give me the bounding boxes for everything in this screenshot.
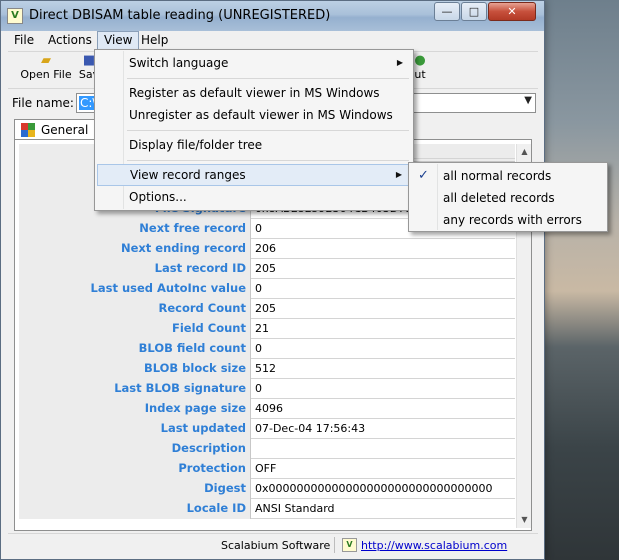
menu-view[interactable]: View <box>97 31 140 51</box>
submenu-arrow-icon: ▶ <box>395 170 402 179</box>
row-label: Field Count <box>19 319 251 339</box>
table-row[interactable]: Last used AutoInc value 0 <box>19 279 515 299</box>
table-row[interactable]: Last updated 07-Dec-04 17:56:43 <box>19 419 515 439</box>
menu-separator <box>127 78 409 79</box>
menu-item[interactable]: Register as default viewer in MS Windows <box>97 82 411 104</box>
table-row[interactable]: BLOB field count 0 <box>19 339 515 359</box>
row-label: Last BLOB signature <box>19 379 251 399</box>
row-value: ANSI Standard <box>255 502 335 515</box>
row-value: 512 <box>255 362 276 375</box>
row-label: Index page size <box>19 399 251 419</box>
row-label: Protection <box>19 459 251 479</box>
record-ranges-submenu: ✓ all normal records all deleted records an… <box>408 162 608 232</box>
menu-item[interactable]: Options... <box>97 186 411 208</box>
table-row[interactable]: Description <box>19 439 515 459</box>
menu-item-label: Display file/folder tree <box>129 138 263 152</box>
scroll-down-icon[interactable]: ▼ <box>517 512 531 528</box>
filename-label: File name: <box>12 96 74 110</box>
menu-separator <box>127 160 409 161</box>
scroll-up-icon[interactable]: ▲ <box>517 144 531 160</box>
menu-actions[interactable]: Actions <box>42 31 98 51</box>
row-value: 0 <box>255 342 262 355</box>
app-icon: V <box>7 8 23 24</box>
menu-item[interactable]: View record ranges ▶ <box>97 164 411 186</box>
row-label: Next free record <box>19 219 251 239</box>
submenu-arrow-icon: ▶ <box>396 58 403 67</box>
menu-item-label: Unregister as default viewer in MS Windo… <box>129 108 393 122</box>
menu-item-label: Switch language <box>129 56 229 70</box>
menu-file[interactable]: File <box>8 31 40 51</box>
table-row[interactable]: Protection OFF <box>19 459 515 479</box>
website-link[interactable]: http://www.scalabium.com <box>361 539 507 552</box>
status-bar: Scalabium Software V http://www.scalabiu… <box>8 533 538 555</box>
checkmark-icon: ✓ <box>418 168 429 183</box>
submenu-item-label: all deleted records <box>443 191 555 205</box>
row-value: 07-Dec-04 17:56:43 <box>255 422 366 435</box>
row-label: Record Count <box>19 299 251 319</box>
row-value: 205 <box>255 302 276 315</box>
table-row[interactable]: Locale ID ANSI Standard <box>19 499 515 519</box>
view-menu-dropdown: Switch language ▶ Register as default view… <box>94 49 414 211</box>
minimize-button[interactable]: — <box>434 2 460 21</box>
row-label: BLOB block size <box>19 359 251 379</box>
row-value: 0 <box>255 382 262 395</box>
submenu-item[interactable]: any records with errors <box>411 209 605 231</box>
table-row[interactable]: Field Count 21 <box>19 319 515 339</box>
folder-icon: ▰ <box>41 53 51 68</box>
submenu-item-label: any records with errors <box>443 213 582 227</box>
menu-bar: File Actions View Help <box>8 31 538 51</box>
table-row[interactable]: Last BLOB signature 0 <box>19 379 515 399</box>
row-label: Last updated <box>19 419 251 439</box>
row-value: 206 <box>255 242 276 255</box>
row-label: Last record ID <box>19 259 251 279</box>
open-file-label: Open File <box>20 68 72 81</box>
row-label: Last used AutoInc value <box>19 279 251 299</box>
company-name: Scalabium Software <box>221 539 331 552</box>
logo-icon: V <box>342 538 357 552</box>
row-label: Digest <box>19 479 251 499</box>
submenu-item[interactable]: all deleted records <box>411 187 605 209</box>
row-label: BLOB field count <box>19 339 251 359</box>
info-icon <box>21 123 35 137</box>
row-label: Description <box>19 439 251 459</box>
menu-item-label: View record ranges <box>130 168 246 182</box>
table-row[interactable]: Digest 0x00000000000000000000000000000000 <box>19 479 515 499</box>
close-button[interactable]: ✕ <box>488 2 536 21</box>
row-label: Next ending record <box>19 239 251 259</box>
window-title: Direct DBISAM table reading (UNREGISTERE… <box>29 8 331 23</box>
menu-item[interactable]: Switch language ▶ <box>97 52 411 74</box>
menu-item-label: Options... <box>129 190 187 204</box>
menu-help[interactable]: Help <box>135 31 174 51</box>
row-label: Locale ID <box>19 499 251 519</box>
table-row[interactable]: Last record ID 205 <box>19 259 515 279</box>
table-row[interactable]: Next ending record 206 <box>19 239 515 259</box>
menu-item[interactable]: Display file/folder tree <box>97 134 411 156</box>
row-value: 4096 <box>255 402 283 415</box>
row-value: 21 <box>255 322 269 335</box>
row-value: 205 <box>255 262 276 275</box>
submenu-item[interactable]: ✓ all normal records <box>411 165 605 187</box>
title-bar[interactable]: V Direct DBISAM table reading (UNREGISTE… <box>1 1 544 31</box>
table-row[interactable]: Index page size 4096 <box>19 399 515 419</box>
about-label: ut <box>414 68 426 81</box>
menu-item-label: Register as default viewer in MS Windows <box>129 86 380 100</box>
menu-item[interactable]: Unregister as default viewer in MS Windo… <box>97 104 411 126</box>
menu-separator <box>127 130 409 131</box>
row-value: 0 <box>255 222 262 235</box>
table-row[interactable]: BLOB block size 512 <box>19 359 515 379</box>
chevron-down-icon[interactable]: ▼ <box>524 95 532 106</box>
row-value: 0 <box>255 282 262 295</box>
status-divider <box>334 537 335 553</box>
row-value: OFF <box>255 462 277 475</box>
row-value: 0x00000000000000000000000000000000 <box>255 482 493 495</box>
tab-general-info[interactable]: General In <box>14 119 102 157</box>
table-row[interactable]: Record Count 205 <box>19 299 515 319</box>
submenu-item-label: all normal records <box>443 169 552 183</box>
about-icon: ● <box>414 53 426 68</box>
open-file-button[interactable]: ▰ Open File <box>16 54 76 88</box>
maximize-button[interactable]: □ <box>461 2 487 21</box>
